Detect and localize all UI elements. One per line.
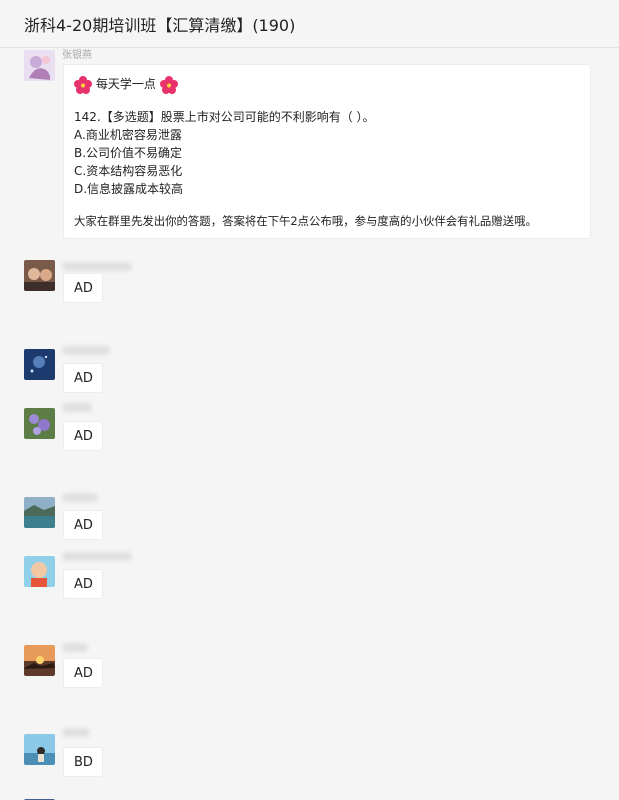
option-b: B.公司价值不易确定 — [74, 145, 183, 160]
message-bubble[interactable]: AD — [63, 510, 103, 540]
sender-name-blurred — [62, 403, 92, 412]
answer-text: AD — [74, 429, 93, 444]
message-bubble[interactable]: 每天学一点 142.【多选题】股票上市对公司可能的不利影响有（ ）。 A.商业机… — [63, 64, 591, 239]
avatar[interactable] — [24, 260, 55, 291]
option-c: C.资本结构容易恶化 — [74, 163, 183, 178]
avatar[interactable] — [24, 556, 55, 587]
avatar[interactable] — [24, 645, 55, 676]
answer-text: AD — [74, 281, 93, 296]
answer-text: AD — [74, 577, 93, 592]
sender-name-blurred — [62, 552, 132, 561]
answer-text: AD — [74, 666, 93, 681]
message-bubble[interactable]: AD — [63, 569, 103, 599]
avatar[interactable] — [24, 349, 55, 380]
question-text: 142.【多选题】股票上市对公司可能的不利影响有（ ）。 — [74, 109, 375, 124]
message-bubble[interactable]: AD — [63, 421, 103, 451]
avatar-photo — [24, 734, 55, 765]
hibiscus-flower-icon — [74, 75, 92, 94]
option-d: D.信息披露成本较高 — [74, 181, 184, 196]
avatar[interactable] — [24, 792, 55, 800]
message-heading: 每天学一点 — [95, 77, 156, 91]
sender-name-blurred — [62, 262, 132, 271]
message-footer: 大家在群里先发出你的答题，答案将在下午2点公布哦，参与度高的小伙伴会有礼品赠送哦… — [74, 213, 537, 228]
sender-name-blurred — [62, 728, 90, 737]
avatar[interactable] — [24, 734, 55, 765]
sender-name: 张银燕 — [62, 50, 92, 61]
answer-text: AD — [74, 371, 93, 386]
avatar-photo — [24, 645, 55, 676]
sender-name-blurred — [62, 346, 110, 355]
message-bubble[interactable]: AD — [63, 658, 103, 688]
message-bubble[interactable]: AD — [63, 363, 103, 393]
avatar[interactable] — [24, 50, 55, 81]
sender-name-blurred — [62, 493, 98, 502]
answer-text: BD — [74, 755, 93, 770]
avatar[interactable] — [24, 408, 55, 439]
avatar-photo — [24, 260, 55, 291]
message-heading-line: 每天学一点 — [74, 75, 580, 94]
avatar[interactable] — [24, 497, 55, 528]
avatar-photo — [24, 497, 55, 528]
chat-title: 浙科4-20期培训班【汇算清缴】(190) — [24, 16, 296, 35]
avatar-photo — [24, 349, 55, 380]
answer-text: AD — [74, 518, 93, 533]
message-bubble[interactable]: AD — [63, 273, 103, 303]
sender-name-blurred — [62, 643, 88, 652]
avatar-illustration — [24, 50, 55, 81]
chat-title-bar: 浙科4-20期培训班【汇算清缴】(190) — [0, 0, 619, 48]
avatar-photo — [24, 556, 55, 587]
option-a: A.商业机密容易泄露 — [74, 127, 182, 142]
message-bubble[interactable]: BD — [63, 747, 103, 777]
hibiscus-flower-icon — [159, 75, 178, 94]
avatar-photo — [24, 408, 55, 439]
